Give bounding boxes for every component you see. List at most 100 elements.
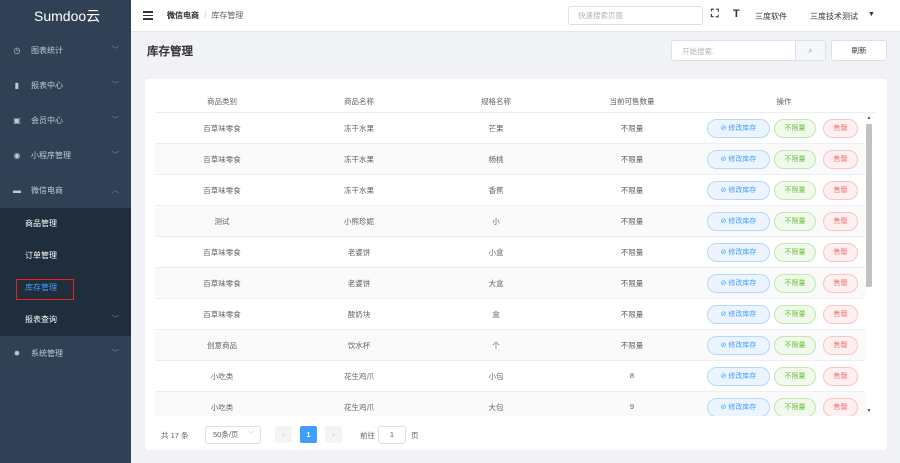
unlimited-button[interactable]: 不限量 xyxy=(774,119,816,138)
table-cell: 不限量 xyxy=(620,310,644,319)
goto-page-input[interactable]: 1 xyxy=(378,426,406,444)
sidebar-subitem-products[interactable]: 商品管理 xyxy=(0,208,131,240)
table-scrollbar[interactable]: ▲ ▼ xyxy=(865,113,873,416)
table-row: 百草味零食 冻干水果 芒果 不限量 ⊘ 修改库存 不限量 售罄 xyxy=(155,113,865,144)
chevron-up-icon: ︿ xyxy=(112,187,119,194)
table-cell: 小吃类 xyxy=(210,403,234,412)
sold-out-button[interactable]: 售罄 xyxy=(823,274,858,293)
sold-out-button[interactable]: 售罄 xyxy=(823,305,858,324)
sidebar-item-wechat-shop[interactable]: ▬ 微信电商 ︿ xyxy=(0,173,131,208)
page-title: 库存管理 xyxy=(147,46,193,58)
sidebar-item-label: 报表中心 xyxy=(31,81,63,90)
table-cell: 大包 xyxy=(488,403,504,412)
edit-stock-button[interactable]: ⊘ 修改库存 xyxy=(707,274,770,293)
table-cell: 8 xyxy=(629,371,635,380)
caret-down-icon[interactable]: ▼ xyxy=(868,11,875,18)
sidebar-item-miniprogram[interactable]: ◉ 小程序管理 ﹀ xyxy=(0,138,131,173)
table-row: 百草味零食 酸奶块盒不限量 ⊘ 修改库存 不限量 售罄 xyxy=(155,299,865,330)
table-cell: 花生鸡爪 xyxy=(344,403,374,412)
page-number-current[interactable]: 1 xyxy=(300,426,317,443)
table-cell: 不限量 xyxy=(620,186,644,195)
unlimited-button[interactable]: 不限量 xyxy=(774,181,816,200)
sidebar-item-label: 小程序管理 xyxy=(31,151,71,160)
column-header: 商品名称 xyxy=(344,97,374,106)
inventory-card: 商品类别 商品名称 规格名称 当前可售数量 操作 百草味零食 冻干水果 芒果 不限量 ⊘… xyxy=(145,79,887,450)
company-name[interactable]: 三度软件 xyxy=(755,11,787,22)
table-row: 百草味零食 老婆饼 大盒 不限量 ⊘ 修改库存 不限量 售罄 xyxy=(155,268,865,299)
sidebar-item-label: 图表统计 xyxy=(31,46,63,55)
sidebar-item-report-center[interactable]: ▮ 报表中心 ﹀ xyxy=(0,68,131,103)
page-size-select[interactable]: 50条/页 ﹀ xyxy=(205,426,261,444)
edit-stock-button[interactable]: ⊘ 修改库存 xyxy=(707,150,770,169)
chevron-down-icon: ﹀ xyxy=(112,82,119,89)
menu-toggle-icon[interactable] xyxy=(143,9,153,22)
edit-stock-button[interactable]: ⊘ 修改库存 xyxy=(707,212,770,231)
column-header: 规格名称 xyxy=(481,97,511,106)
edit-stock-button[interactable]: ⊘ 修改库存 xyxy=(707,398,770,416)
scrollbar-thumb[interactable] xyxy=(866,124,872,287)
chevron-down-icon: ﹀ xyxy=(112,350,119,357)
sidebar-subitem-orders[interactable]: 订单管理 xyxy=(0,240,131,272)
unlimited-button[interactable]: 不限量 xyxy=(774,305,816,324)
app-logo: Sumdoo云 xyxy=(34,8,101,24)
chevron-down-icon: ﹀ xyxy=(112,47,119,54)
sidebar-subitem-label: 订单管理 xyxy=(25,251,57,260)
table-cell: 不限量 xyxy=(620,279,644,288)
edit-stock-button[interactable]: ⊘ 修改库存 xyxy=(707,336,770,355)
unlimited-button[interactable]: 不限量 xyxy=(774,150,816,169)
table-row: 小吃类 花生鸡爪 大包 9 ⊘ 修改库存 不限量 售罄 xyxy=(155,392,865,416)
edit-stock-button[interactable]: ⊘ 修改库存 xyxy=(707,367,770,386)
breadcrumb-item[interactable]: 微信电商 xyxy=(167,11,199,20)
unlimited-button[interactable]: 不限量 xyxy=(774,336,816,355)
unlimited-button[interactable]: 不限量 xyxy=(774,243,816,262)
sidebar-subitem-report-query[interactable]: 报表查询 ﹀ xyxy=(0,304,131,336)
quick-search-input[interactable]: 快速搜索页面 xyxy=(568,6,703,25)
table-cell: 老婆饼 xyxy=(347,279,371,288)
edit-stock-button[interactable]: ⊘ 修改库存 xyxy=(707,119,770,138)
sidebar-submenu: 商品管理 订单管理 库存管理 报表查询 ﹀ xyxy=(0,208,131,336)
chevron-down-icon: ﹀ xyxy=(112,117,119,124)
unlimited-button[interactable]: 不限量 xyxy=(774,212,816,231)
sold-out-button[interactable]: 售罄 xyxy=(823,367,858,386)
table-cell: 饮水杯 xyxy=(347,341,371,350)
sold-out-button[interactable]: 售罄 xyxy=(823,212,858,231)
fullscreen-icon[interactable]: ⛶ xyxy=(711,8,719,21)
prev-page-button[interactable]: ‹ xyxy=(275,426,292,443)
sidebar-subitem-inventory[interactable]: 库存管理 xyxy=(0,272,131,304)
unlimited-button[interactable]: 不限量 xyxy=(774,398,816,416)
table-cell: 酸奶块 xyxy=(347,310,371,319)
next-page-button[interactable]: › xyxy=(325,426,342,443)
table-row: 创意商品 饮水杯个不限量 ⊘ 修改库存 不限量 售罄 xyxy=(155,330,865,361)
search-icon: ⌕ xyxy=(808,46,813,55)
breadcrumb: 微信电商 / 库存管理 xyxy=(167,10,243,21)
font-size-icon[interactable]: T xyxy=(733,8,740,20)
refresh-button[interactable]: 刷新 xyxy=(831,40,887,61)
sold-out-button[interactable]: 售罄 xyxy=(823,119,858,138)
search-placeholder: 开始搜索. xyxy=(682,47,715,56)
table-row: 百草味零食 老婆饼 小盒 不限量 ⊘ 修改库存 不限量 售罄 xyxy=(155,237,865,268)
sold-out-button[interactable]: 售罄 xyxy=(823,398,858,416)
goto-label: 前往 xyxy=(360,431,375,440)
sold-out-button[interactable]: 售罄 xyxy=(823,150,858,169)
edit-stock-button[interactable]: ⊘ 修改库存 xyxy=(707,243,770,262)
total-count: 共 17 条 xyxy=(161,431,189,440)
unlimited-button[interactable]: 不限量 xyxy=(774,274,816,293)
unlimited-button[interactable]: 不限量 xyxy=(774,367,816,386)
user-menu[interactable]: 三度技术测试 xyxy=(810,11,858,22)
scroll-down-icon[interactable]: ▼ xyxy=(865,408,873,414)
scroll-up-icon[interactable]: ▲ xyxy=(865,115,873,121)
sold-out-button[interactable]: 售罄 xyxy=(823,336,858,355)
edit-stock-button[interactable]: ⊘ 修改库存 xyxy=(707,181,770,200)
sidebar-item-member-center[interactable]: ▣ 会员中心 ﹀ xyxy=(0,103,131,138)
sidebar-item-system[interactable]: ✸ 系统管理 ﹀ xyxy=(0,336,131,371)
sold-out-button[interactable]: 售罄 xyxy=(823,243,858,262)
column-header: 当前可售数量 xyxy=(609,97,655,106)
edit-stock-button[interactable]: ⊘ 修改库存 xyxy=(707,305,770,324)
sidebar-item-label: 系统管理 xyxy=(31,349,63,358)
search-input[interactable]: 开始搜索. ⌕ xyxy=(671,40,826,61)
table-row: 测试 小熊珍妮小不限量 ⊘ 修改库存 不限量 售罄 xyxy=(155,206,865,237)
sold-out-button[interactable]: 售罄 xyxy=(823,181,858,200)
search-button[interactable]: ⌕ xyxy=(795,41,825,60)
table-cell: 不限量 xyxy=(620,217,644,226)
sidebar-item-chart-stats[interactable]: ◷ 图表统计 ﹀ xyxy=(0,33,131,68)
